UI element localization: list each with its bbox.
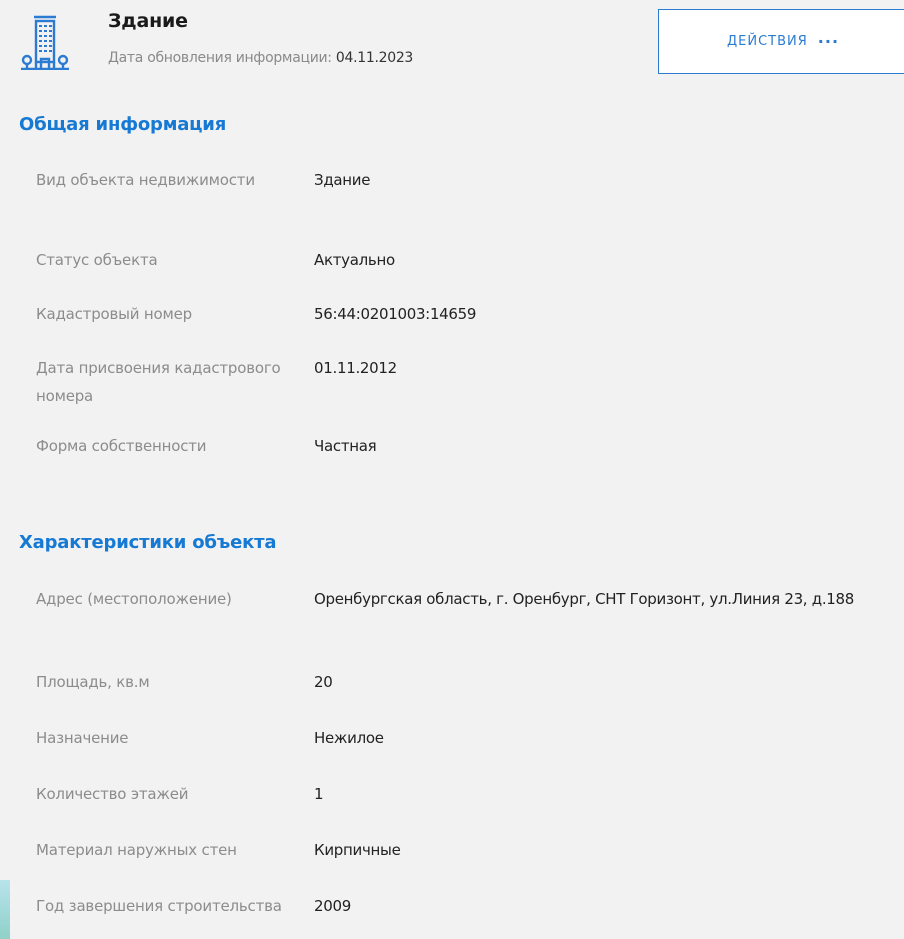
info-row-label: Площадь, кв.м [36, 673, 150, 691]
actions-button[interactable]: ДЕЙСТВИЯ ··· [658, 9, 904, 74]
info-row-value: 1 [314, 785, 324, 803]
object-title: Здание [108, 10, 188, 32]
info-row-value: 20 [314, 673, 333, 691]
section-title-general: Общая информация [19, 114, 227, 135]
info-row-label: Материал наружных стен [36, 841, 237, 859]
update-info: Дата обновления информации: 04.11.2023 [108, 50, 413, 66]
info-row-label: Вид объекта недвижимости [36, 171, 255, 189]
info-row-value: Нежилое [314, 729, 384, 747]
actions-button-label: ДЕЙСТВИЯ [727, 34, 808, 49]
info-row-label: Статус объекта [36, 251, 158, 269]
update-label: Дата обновления информации: [108, 50, 336, 66]
section-title-characteristics: Характеристики объекта [19, 532, 277, 553]
info-row-label: Назначение [36, 729, 129, 747]
info-row-value: 01.11.2012 [314, 359, 397, 377]
info-row-label: Адрес (местоположение) [36, 590, 232, 608]
background-edge-decoration [0, 880, 10, 939]
update-date: 04.11.2023 [335, 50, 414, 66]
info-row-label: Дата присвоения кадастрового номера [36, 359, 281, 405]
info-row-label: Количество этажей [36, 785, 189, 803]
info-row-value: 2009 [314, 897, 351, 915]
info-row-value: Частная [314, 437, 377, 455]
info-row-value: Оренбургская область, г. Оренбург, СНТ Г… [314, 590, 855, 608]
info-row-label: Кадастровый номер [36, 305, 192, 323]
info-row-value: Здание [314, 171, 371, 189]
object-header: Здание Дата обновления информации: 04.11… [0, 0, 904, 100]
info-row-label: Форма собственности [36, 437, 207, 455]
info-row-value: Кирпичные [314, 841, 401, 859]
building-icon [21, 15, 69, 70]
info-row-value: Актуально [314, 251, 395, 269]
more-dots-icon: ··· [817, 32, 840, 51]
info-row-label: Год завершения строительства [36, 897, 282, 915]
info-row-value: 56:44:0201003:14659 [314, 305, 477, 323]
